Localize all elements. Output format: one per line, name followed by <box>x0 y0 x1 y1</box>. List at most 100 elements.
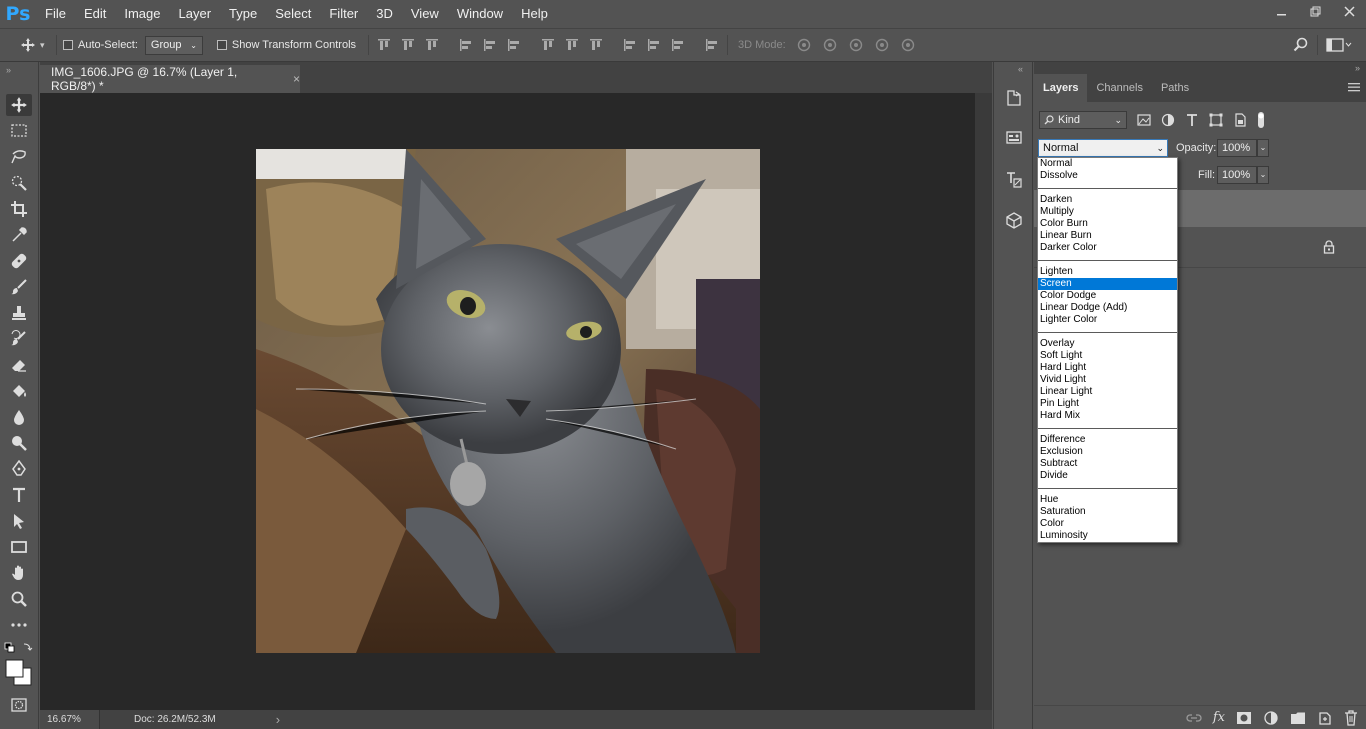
blend-mode-option[interactable]: Lighter Color <box>1038 314 1177 326</box>
blend-mode-dropdown[interactable]: Normal ⌄ <box>1038 139 1168 157</box>
add-mask-icon[interactable] <box>1236 711 1252 725</box>
pen-tool-icon[interactable] <box>6 458 32 480</box>
align-vertical-centers-icon[interactable] <box>399 34 417 56</box>
blend-mode-option[interactable]: Hard Mix <box>1038 410 1177 422</box>
search-icon[interactable] <box>1291 34 1311 56</box>
blend-mode-option[interactable]: Lighten <box>1038 266 1177 278</box>
blend-mode-option[interactable]: Darker Color <box>1038 242 1177 254</box>
type-filter-icon[interactable] <box>1184 112 1200 128</box>
expand-toolbar-icon[interactable]: » <box>6 65 11 75</box>
auto-align-icon[interactable] <box>703 34 721 56</box>
default-colors-icon[interactable] <box>4 642 34 654</box>
blend-mode-option[interactable]: Difference <box>1038 434 1177 446</box>
eraser-tool-icon[interactable] <box>6 354 32 376</box>
blend-mode-option[interactable]: Saturation <box>1038 506 1177 518</box>
opacity-field[interactable]: 100% <box>1217 139 1257 157</box>
blend-mode-option[interactable]: Soft Light <box>1038 350 1177 362</box>
blend-mode-option[interactable]: Multiply <box>1038 206 1177 218</box>
rectangle-tool-icon[interactable] <box>6 536 32 558</box>
close-window-button[interactable] <box>1332 0 1366 22</box>
scale-3d-icon[interactable] <box>898 34 918 56</box>
align-left-edges-icon[interactable] <box>457 34 475 56</box>
minimize-button[interactable] <box>1264 0 1298 22</box>
status-menu-arrow-icon[interactable]: › <box>276 712 280 727</box>
more-tools-icon[interactable] <box>6 614 32 636</box>
blend-mode-option[interactable]: Linear Burn <box>1038 230 1177 242</box>
menu-window[interactable]: Window <box>448 0 512 28</box>
menu-3d[interactable]: 3D <box>367 0 402 28</box>
move-tool-icon[interactable] <box>6 94 32 116</box>
distribute-right-icon[interactable] <box>669 34 687 56</box>
menu-filter[interactable]: Filter <box>320 0 367 28</box>
blend-mode-option[interactable]: Exclusion <box>1038 446 1177 458</box>
tool-preset-chevron-icon[interactable]: ▾ <box>40 40 50 51</box>
blend-mode-option[interactable]: Overlay <box>1038 338 1177 350</box>
filter-kind-dropdown[interactable]: Kind ⌄ <box>1039 111 1127 129</box>
blend-mode-option[interactable]: Luminosity <box>1038 530 1177 542</box>
adjustment-layer-icon[interactable] <box>1263 710 1279 726</box>
opacity-slider-chevron-icon[interactable]: ⌄ <box>1257 139 1269 157</box>
slide-3d-icon[interactable] <box>872 34 892 56</box>
crop-tool-icon[interactable] <box>6 198 32 220</box>
adjustment-filter-icon[interactable] <box>1160 112 1176 128</box>
marquee-tool-icon[interactable] <box>6 120 32 142</box>
canvas-area[interactable] <box>40 93 975 710</box>
roll-3d-icon[interactable] <box>820 34 840 56</box>
type-tool-icon[interactable] <box>6 484 32 506</box>
distribute-left-icon[interactable] <box>621 34 639 56</box>
fill-slider-chevron-icon[interactable]: ⌄ <box>1257 166 1269 184</box>
blend-mode-option[interactable]: Color Dodge <box>1038 290 1177 302</box>
blend-mode-option[interactable]: Subtract <box>1038 458 1177 470</box>
fx-icon[interactable]: fx <box>1213 710 1225 725</box>
panel-menu-icon[interactable] <box>1348 82 1360 92</box>
menu-view[interactable]: View <box>402 0 448 28</box>
tab-layers[interactable]: Layers <box>1034 74 1088 102</box>
distribute-bottom-icon[interactable] <box>587 34 605 56</box>
distribute-top-icon[interactable] <box>539 34 557 56</box>
menu-select[interactable]: Select <box>266 0 320 28</box>
move-tool-icon[interactable] <box>18 34 38 56</box>
blend-mode-option[interactable]: Pin Light <box>1038 398 1177 410</box>
distribute-horizontal-centers-icon[interactable] <box>645 34 663 56</box>
blend-mode-option[interactable]: Divide <box>1038 470 1177 482</box>
3d-panel-icon[interactable] <box>1002 208 1026 232</box>
menu-edit[interactable]: Edit <box>75 0 115 28</box>
distribute-vertical-centers-icon[interactable] <box>563 34 581 56</box>
zoom-tool-icon[interactable] <box>6 588 32 610</box>
filter-toggle-icon[interactable] <box>1256 111 1266 129</box>
workspace-switcher-icon[interactable] <box>1324 34 1354 56</box>
zoom-field[interactable]: 16.67% <box>40 710 100 729</box>
close-tab-icon[interactable]: × <box>293 72 300 86</box>
align-top-edges-icon[interactable] <box>375 34 393 56</box>
menu-layer[interactable]: Layer <box>170 0 221 28</box>
align-right-edges-icon[interactable] <box>505 34 523 56</box>
history-brush-tool-icon[interactable] <box>6 328 32 350</box>
drag-3d-icon[interactable] <box>846 34 866 56</box>
clone-stamp-tool-icon[interactable] <box>6 302 32 324</box>
blend-mode-option[interactable]: Hue <box>1038 494 1177 506</box>
rotate-3d-icon[interactable] <box>794 34 814 56</box>
hand-tool-icon[interactable] <box>6 562 32 584</box>
blend-mode-option[interactable]: Vivid Light <box>1038 374 1177 386</box>
show-transform-checkbox[interactable] <box>216 40 227 50</box>
character-panel-icon[interactable] <box>1002 168 1026 192</box>
menu-file[interactable]: File <box>36 0 75 28</box>
document-tab[interactable]: IMG_1606.JPG @ 16.7% (Layer 1, RGB/8*) *… <box>40 65 300 93</box>
link-layers-icon[interactable] <box>1186 711 1202 725</box>
healing-brush-tool-icon[interactable] <box>6 250 32 272</box>
menu-image[interactable]: Image <box>115 0 169 28</box>
properties-panel-icon[interactable] <box>1002 126 1026 150</box>
blend-mode-option[interactable]: Dissolve <box>1038 170 1177 182</box>
shape-filter-icon[interactable] <box>1208 112 1224 128</box>
pixel-filter-icon[interactable] <box>1136 112 1152 128</box>
tab-channels[interactable]: Channels <box>1087 74 1151 102</box>
smart-object-filter-icon[interactable] <box>1232 112 1248 128</box>
quick-mask-icon[interactable] <box>6 694 32 716</box>
collapse-panel-icon[interactable]: » <box>1355 62 1360 74</box>
align-bottom-edges-icon[interactable] <box>423 34 441 56</box>
history-panel-icon[interactable] <box>1002 86 1026 110</box>
restore-button[interactable] <box>1298 0 1332 22</box>
blend-mode-option[interactable]: Linear Light <box>1038 386 1177 398</box>
vertical-scrollbar[interactable] <box>975 93 992 710</box>
blend-mode-option[interactable]: Normal <box>1038 158 1177 170</box>
